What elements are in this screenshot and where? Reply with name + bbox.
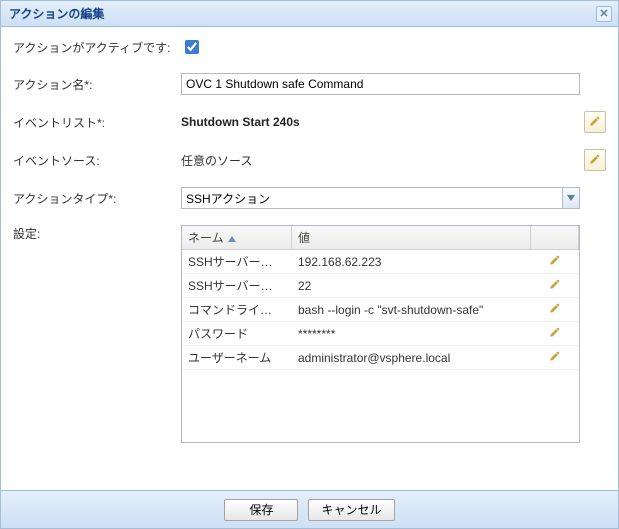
action-type-value: SSHアクション [186,190,270,207]
label-active: アクションがアクティブです: [13,39,181,56]
cancel-button[interactable]: キャンセル [308,499,394,521]
table-row[interactable]: パスワード******** [182,322,579,346]
row-edit-button[interactable] [547,278,563,294]
sort-asc-icon [228,231,236,245]
cell-value: administrator@vsphere.local [292,351,531,365]
cell-value: bash --login -c "svt-shutdown-safe" [292,303,531,317]
cell-action [531,302,579,318]
cell-action [531,254,579,270]
label-event-source: イベントソース: [13,152,181,169]
table-row[interactable]: SSHサーバー…192.168.62.223 [182,250,579,274]
action-name-input[interactable] [181,73,580,95]
column-header-name[interactable]: ネーム [182,226,292,249]
event-source-value: 任意のソース [181,152,252,169]
cell-action [531,326,579,342]
cell-action [531,350,579,366]
row-action-name: アクション名*: [13,73,606,95]
pencil-icon [549,254,561,269]
pencil-icon [589,153,601,168]
label-settings: 設定: [13,225,181,242]
row-event-list: イベントリスト*: Shutdown Start 240s [13,111,606,133]
field-action-type: SSHアクション [181,187,580,209]
cell-name: パスワード [182,325,292,342]
event-list-edit-button[interactable] [584,111,606,133]
active-checkbox[interactable] [185,40,199,54]
row-edit-button[interactable] [547,302,563,318]
save-button[interactable]: 保存 [224,499,298,521]
dialog-footer: 保存 キャンセル [1,490,618,528]
grid-header: ネーム 値 [182,226,579,250]
pencil-icon [549,302,561,317]
pencil-icon [549,326,561,341]
column-header-action [531,226,579,249]
dialog-titlebar: アクションの編集 ✕ [1,1,618,27]
row-event-source: イベントソース: 任意のソース [13,149,606,171]
cell-name: コマンドライ… [182,301,292,318]
cell-name: SSHサーバー… [182,253,292,270]
close-icon: ✕ [599,8,608,20]
row-settings: 設定: ネーム 値 SSHサーバー…192.168.62.223SSHサーバー…… [13,225,606,443]
row-action-type: アクションタイプ*: SSHアクション [13,187,606,209]
event-source-edit-button[interactable] [584,149,606,171]
table-row[interactable]: コマンドライ…bash --login -c "svt-shutdown-saf… [182,298,579,322]
cell-name: ユーザーネーム [182,349,292,366]
table-row[interactable]: ユーザーネームadministrator@vsphere.local [182,346,579,370]
chevron-down-icon [562,188,579,208]
label-event-list: イベントリスト*: [13,114,181,131]
pencil-icon [549,350,561,365]
pencil-icon [589,115,601,130]
event-list-value: Shutdown Start 240s [181,115,300,129]
cell-value: ******** [292,327,531,341]
grid-body: SSHサーバー…192.168.62.223SSHサーバー…22コマンドライ…b… [182,250,579,442]
settings-grid: ネーム 値 SSHサーバー…192.168.62.223SSHサーバー…22コマ… [181,225,580,443]
cell-action [531,278,579,294]
row-edit-button[interactable] [547,326,563,342]
row-active: アクションがアクティブです: [13,37,606,57]
cell-name: SSHサーバー… [182,277,292,294]
pencil-icon [549,278,561,293]
action-type-select[interactable]: SSHアクション [181,187,580,209]
field-active [181,37,580,57]
row-edit-button[interactable] [547,254,563,270]
cell-value: 192.168.62.223 [292,255,531,269]
label-action-type: アクションタイプ*: [13,190,181,207]
table-row[interactable]: SSHサーバー…22 [182,274,579,298]
column-header-value[interactable]: 値 [292,226,531,249]
dialog-title: アクションの編集 [9,5,596,22]
cell-value: 22 [292,279,531,293]
label-action-name: アクション名*: [13,76,181,93]
form-area: アクションがアクティブです: アクション名*: イベントリスト*: Shutdo… [1,27,618,443]
field-event-source: 任意のソース [181,152,580,169]
close-button[interactable]: ✕ [596,6,612,22]
field-action-name [181,73,580,95]
field-event-list: Shutdown Start 240s [181,115,580,129]
row-edit-button[interactable] [547,350,563,366]
